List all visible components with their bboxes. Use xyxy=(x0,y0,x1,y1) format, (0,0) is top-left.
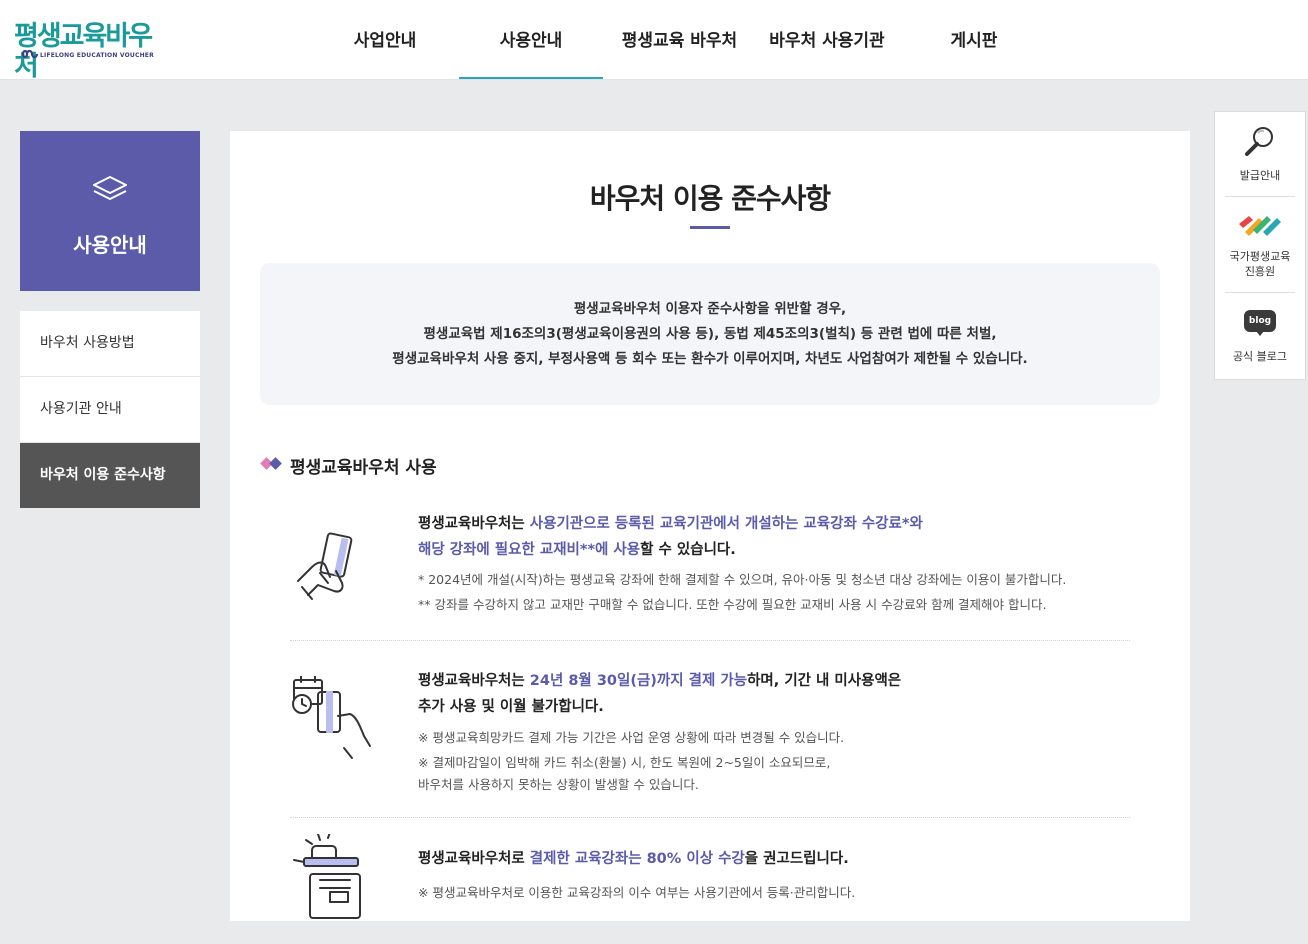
usage-item: 평생교육바우처는 24년 8월 30일(금)까지 결제 가능하며, 기간 내 미… xyxy=(290,668,1130,798)
heading-text: 평생교육바우처로 xyxy=(418,851,530,867)
heading-text: 할 수 있습니다. xyxy=(640,542,736,558)
quick-divider xyxy=(1225,196,1295,197)
item-note: ※ 평생교육희망카드 결제 가능 기간은 사업 운영 상황에 따라 변경될 수 … xyxy=(418,730,845,745)
heading-highlight: 해당 강좌에 필요한 교재비**에 사용 xyxy=(418,542,641,558)
notice-box: 평생교육바우처 이용자 준수사항을 위반할 경우, 평생교육법 제16조의3(평… xyxy=(260,263,1160,405)
site-logo[interactable]: 평생교육바우처 LIFELONG EDUCATION VOUCHER xyxy=(14,22,154,82)
main-content: 바우처 이용 준수사항 평생교육바우처 이용자 준수사항을 위반할 경우, 평생… xyxy=(230,131,1190,921)
item-heading: 해당 강좌에 필요한 교재비**에 사용할 수 있습니다. xyxy=(418,537,736,563)
section-title: 평생교육바우처 사용 xyxy=(290,458,437,478)
lnb-item-compliance[interactable]: 바우처 이용 준수사항 xyxy=(20,443,200,508)
infinity-icon xyxy=(22,49,39,59)
magnifier-icon[interactable] xyxy=(1243,124,1277,158)
quick-official-blog[interactable]: 공식 블로그 xyxy=(1225,348,1295,364)
lnb-menu: 바우처 사용방법 사용기관 안내 바우처 이용 준수사항 xyxy=(20,311,200,508)
item-divider xyxy=(290,817,1130,818)
diamond-purple-icon xyxy=(269,457,282,470)
item-note: ** 강좌를 수강하지 않고 교재만 구매할 수 없습니다. 또한 수강에 필요… xyxy=(418,597,1047,612)
item-heading: 평생교육바우처는 사용기관으로 등록된 교육기관에서 개설하는 교육강좌 수강료… xyxy=(418,511,923,537)
usage-item: 평생교육바우처는 사용기관으로 등록된 교육기관에서 개설하는 교육강좌 수강료… xyxy=(290,511,1130,621)
logo-subtitle: LIFELONG EDUCATION VOUCHER xyxy=(40,52,154,59)
page-title: 바우처 이용 준수사항 xyxy=(589,182,831,215)
item-note: 바우처를 사용하지 못하는 상황이 발생할 수 있습니다. xyxy=(418,777,699,792)
quick-nile-line1[interactable]: 국가평생교육 xyxy=(1225,248,1295,264)
quick-nile-line2[interactable]: 진흥원 xyxy=(1225,263,1295,279)
heading-text: 을 권고드립니다. xyxy=(744,851,849,867)
blog-icon-tail xyxy=(1256,331,1264,336)
gnb-usage-info[interactable]: 사용안내 xyxy=(459,0,603,79)
site-header: 평생교육바우처 LIFELONG EDUCATION VOUCHER 사업안내 … xyxy=(0,0,1308,82)
gnb-voucher[interactable]: 평생교육 바우처 xyxy=(617,0,742,79)
usage-item: 평생교육바우처로 결제한 교육강좌는 80% 이상 수강을 권고드립니다. ※ … xyxy=(290,834,1130,944)
heading-text: 하며, 기간 내 미사용액은 xyxy=(747,673,902,689)
item-heading: 추가 사용 및 이월 불가합니다. xyxy=(418,699,604,715)
item-note: * 2024년에 개설(시작)하는 평생교육 강좌에 한해 결제할 수 있으며,… xyxy=(418,572,1067,587)
item-divider xyxy=(290,640,1130,641)
item-note: ※ 평생교육바우처로 이용한 교육강좌의 이수 여부는 사용기관에서 등록·관리… xyxy=(418,885,856,900)
quick-divider xyxy=(1225,292,1295,293)
quick-menu: 발급안내 국가평생교육 진흥원 blog 공식 블로그 xyxy=(1214,111,1306,380)
lnb-title: 사용안내 xyxy=(73,233,147,257)
blog-badge-text: blog xyxy=(1248,316,1272,326)
gnb-business-info[interactable]: 사업안내 xyxy=(350,0,420,79)
nile-logo-icon[interactable] xyxy=(1237,210,1283,238)
heading-highlight: 결제한 교육강좌는 80% 이상 수강 xyxy=(529,851,745,867)
title-underline xyxy=(690,226,730,229)
heading-highlight: 24년 8월 30일(금)까지 결제 가능 xyxy=(529,673,748,689)
lnb-item-voucher-usage[interactable]: 바우처 사용방법 xyxy=(20,311,200,377)
item-note: ※ 결제마감일이 임박해 카드 취소(환불) 시, 한도 복원에 2~5일이 소… xyxy=(418,755,831,770)
gnb-institutions[interactable]: 바우처 사용기관 xyxy=(764,0,890,79)
calendar-card-icon xyxy=(292,676,371,759)
heading-text: 평생교육바우처는 xyxy=(418,673,530,689)
blog-icon[interactable]: blog xyxy=(1244,310,1276,332)
heading-text: 평생교육바우처는 xyxy=(418,516,530,532)
lnb-header: 사용안내 xyxy=(20,131,200,291)
heading-highlight: 사용기관으로 등록된 교육기관에서 개설하는 교육강좌 수강료*와 xyxy=(529,516,923,532)
item-heading: 평생교육바우처는 24년 8월 30일(금)까지 결제 가능하며, 기간 내 미… xyxy=(418,668,901,694)
lnb-item-institution-guide[interactable]: 사용기관 안내 xyxy=(20,377,200,443)
layers-icon xyxy=(93,176,127,200)
notice-line: 평생교육법 제16조의3(평생교육이용권의 사용 등), 동법 제45조의3(벌… xyxy=(423,326,997,342)
hand-card-icon xyxy=(297,532,353,600)
quick-issue-guide[interactable]: 발급안내 xyxy=(1225,167,1295,183)
item-heading: 평생교육바우처로 결제한 교육강좌는 80% 이상 수강을 권고드립니다. xyxy=(418,846,849,872)
notice-line: 평생교육바우처 이용자 준수사항을 위반할 경우, xyxy=(573,301,847,317)
notice-line: 평생교육바우처 사용 중지, 부정사용액 등 회수 또는 환수가 이루어지며, … xyxy=(392,351,1028,367)
gnb-board[interactable]: 게시판 xyxy=(948,0,1000,79)
